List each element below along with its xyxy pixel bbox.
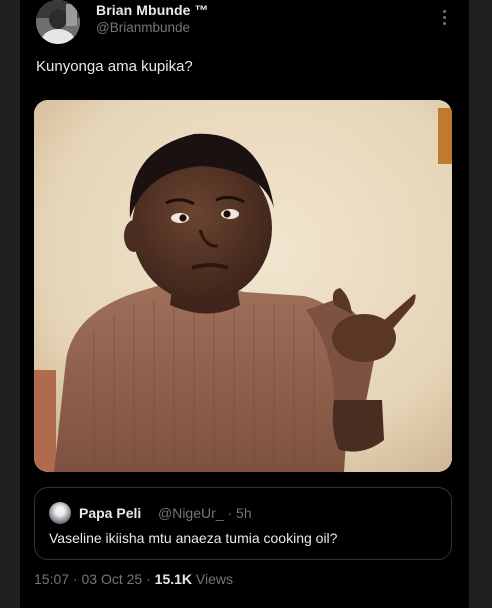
meta-separator-2: · xyxy=(146,571,151,587)
display-name[interactable]: Brian Mbunde ™ xyxy=(96,2,209,18)
quoted-tweet[interactable]: Papa Peli @NigeUr_ · 5h Vaseline ikiisha… xyxy=(34,487,452,560)
tweet-image[interactable] xyxy=(34,100,452,472)
right-gutter xyxy=(469,0,492,608)
left-gutter xyxy=(0,0,20,608)
quoted-separator: · xyxy=(227,505,233,521)
quoted-handle-line: @NigeUr_ · 5h xyxy=(158,505,252,521)
meme-photo xyxy=(34,100,452,472)
quoted-display-name[interactable]: Papa Peli xyxy=(79,505,141,521)
tweet-meta: 15:07 · 03 Oct 25 · 15.1K Views xyxy=(34,571,233,587)
views-label: Views xyxy=(195,571,233,587)
tweet-panel: Brian Mbunde ™ @Brianmbunde Kunyonga ama… xyxy=(20,0,469,608)
quoted-time[interactable]: 5h xyxy=(236,505,252,521)
tweet-text: Kunyonga ama kupika? xyxy=(36,58,193,75)
views-count[interactable]: 15.1K xyxy=(155,571,192,587)
avatar[interactable] xyxy=(36,0,80,44)
avatar-photo xyxy=(36,0,80,44)
tweet-date[interactable]: 03 Oct 25 xyxy=(82,571,143,587)
more-options-icon[interactable] xyxy=(436,6,452,28)
user-handle[interactable]: @Brianmbunde xyxy=(96,20,190,35)
tweet-time[interactable]: 15:07 xyxy=(34,571,69,587)
quoted-text: Vaseline ikiisha mtu anaeza tumia cookin… xyxy=(49,530,338,546)
meta-separator-1: · xyxy=(72,571,78,587)
quoted-avatar[interactable] xyxy=(49,502,71,524)
quoted-handle[interactable]: @NigeUr_ xyxy=(158,505,224,521)
